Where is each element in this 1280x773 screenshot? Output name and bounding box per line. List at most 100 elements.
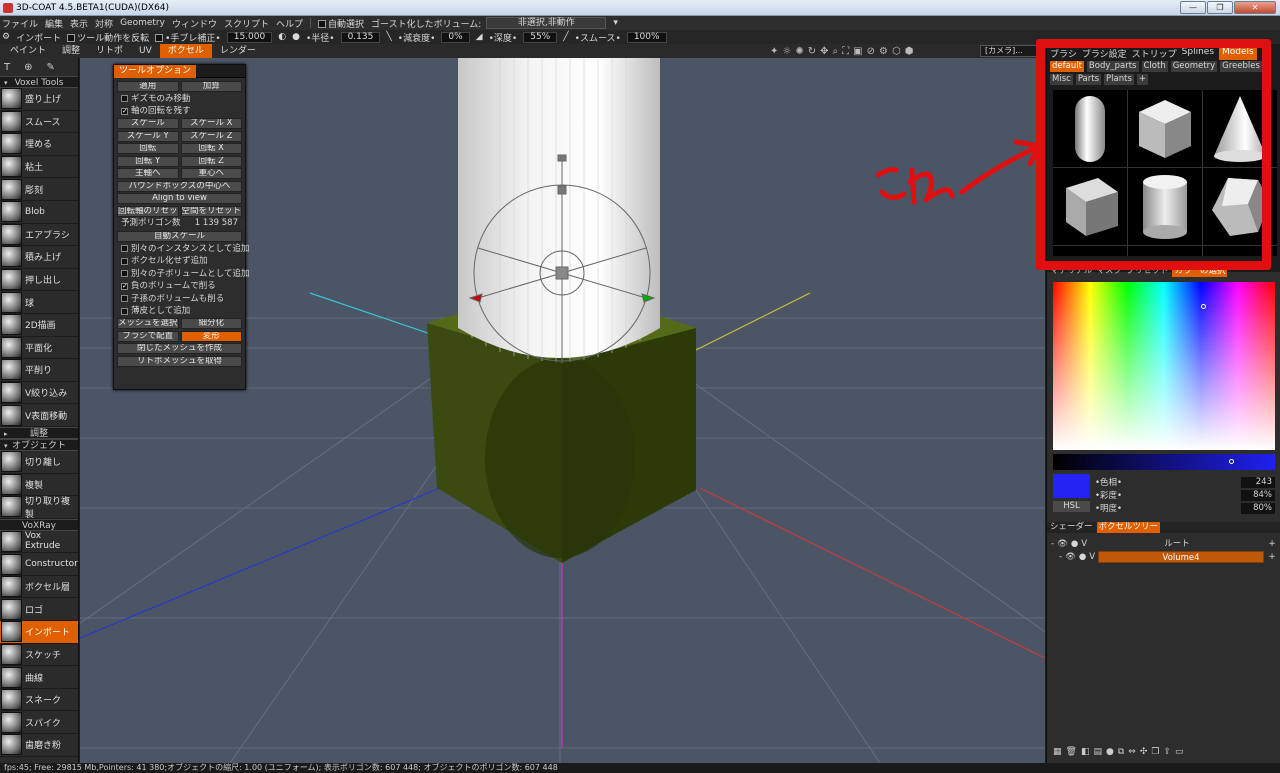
menu-view[interactable]: 表示 [70, 17, 88, 30]
settings-icon[interactable]: ⚙ [879, 46, 888, 57]
adjust-header[interactable]: ▸ 調整 [0, 426, 78, 439]
tree-row-volume4[interactable]: - 👁 ● V Volume4 + [1059, 551, 1277, 563]
frame-icon[interactable]: ▣ [853, 46, 862, 57]
tool-object-1[interactable]: 複製 [0, 473, 78, 497]
tool-voxel-11[interactable]: 平面化 [0, 336, 78, 360]
sub-children-option[interactable]: 子孫のボリュームも削る [117, 293, 242, 304]
smooth-value[interactable]: 100% [626, 31, 667, 43]
move-icon[interactable]: ✥ [820, 46, 828, 57]
no-icon[interactable]: ⊘ [867, 46, 875, 57]
model-thumb-cube[interactable] [1128, 90, 1202, 167]
category-geometry[interactable]: Geometry [1170, 61, 1218, 72]
minimize-button[interactable]: — [1180, 1, 1206, 14]
tool-voxray-2[interactable]: ボクセル層 [0, 576, 78, 599]
light-icon[interactable]: ☼ [782, 46, 791, 57]
eye-icon[interactable]: 👁 [1057, 539, 1068, 549]
tab-brush-settings[interactable]: ブラシ設定 [1082, 47, 1127, 60]
tool-object-2[interactable]: 切り取り複製 [0, 496, 78, 520]
eye-icon[interactable]: 👁 [1065, 552, 1076, 562]
move-tool-icon[interactable]: ⊕ [24, 62, 32, 73]
merge-icon[interactable]: ⧉ [1118, 747, 1124, 757]
tree-volume-name[interactable]: Volume4 [1098, 551, 1264, 563]
chevron-down-icon[interactable]: ▾ [613, 18, 618, 28]
keep-axis-option[interactable]: ✓ 軸の回転を残す [117, 106, 242, 117]
add-category-button[interactable]: + [1136, 74, 1148, 85]
deform-button[interactable]: 変形 [180, 330, 242, 342]
pen-tool-icon[interactable]: ✎ [47, 62, 55, 73]
fit-icon[interactable]: ⛶ [842, 46, 849, 57]
split-icon[interactable]: ◧ [1081, 747, 1090, 757]
category-greebles[interactable]: Greebles [1220, 61, 1262, 72]
main-axis-button[interactable]: 主軸へ [117, 168, 179, 180]
swap-icon[interactable]: ⇔ [1128, 747, 1136, 757]
menu-symmetry[interactable]: 対称 [95, 17, 113, 30]
collapse-icon[interactable]: - [1051, 539, 1054, 549]
menu-edit[interactable]: 編集 [45, 17, 63, 30]
scale-z-button[interactable]: スケール Z [180, 130, 242, 142]
tool-voxray-7[interactable]: スネーク [0, 689, 78, 712]
scale-x-button[interactable]: スケール X [180, 118, 242, 130]
bbox-center-button[interactable]: バウンドボックスの中心へ [117, 180, 242, 192]
tool-voxel-13[interactable]: V絞り込み [0, 382, 78, 405]
get-retopo-button[interactable]: リトポメッシュを取得 [117, 355, 242, 367]
apply-button[interactable]: 適用 [117, 81, 179, 92]
jitter-checkbox[interactable] [155, 33, 164, 42]
tab-splines[interactable]: Splines [1182, 47, 1214, 60]
mode-dropdown[interactable]: 加算 [180, 81, 242, 92]
model-thumb-hex-prism[interactable] [1203, 168, 1277, 245]
tree-root-name[interactable]: ルート [1090, 538, 1264, 550]
maximize-button[interactable]: ❐ [1207, 1, 1233, 14]
menu-file[interactable]: ファイル [2, 17, 38, 30]
trash-icon[interactable]: 🗑 [1066, 747, 1077, 757]
thin-add-option[interactable]: 薄皮として追加 [117, 306, 242, 317]
rotate-x-button[interactable]: 回転 X [180, 143, 242, 155]
add-volume-icon[interactable]: + [1267, 539, 1277, 549]
hue-value[interactable]: 243 [1241, 476, 1275, 488]
no-voxelize-option[interactable]: ボクセル化せず追加 [117, 256, 242, 267]
close-button[interactable]: ✕ [1234, 1, 1276, 14]
tab-voxel[interactable]: ボクセル [159, 44, 212, 58]
subdivide-button[interactable]: 細分化 [180, 318, 242, 330]
depth-value[interactable]: 55% [523, 31, 558, 43]
brightness-icon[interactable]: ✺ [795, 46, 803, 57]
auto-select-checkbox[interactable] [318, 19, 326, 28]
ghost-volume-dropdown[interactable]: 非選択,非動作 [486, 17, 607, 29]
cube-view-icon[interactable]: ⬢ [905, 46, 914, 57]
category-body-parts[interactable]: Body_parts [1086, 61, 1139, 72]
lock-icon[interactable]: ◐ [278, 32, 286, 42]
voxel-tools-header[interactable]: ▾ Voxel Tools [0, 76, 78, 88]
tab-retopo[interactable]: リトポ [88, 44, 131, 58]
pin-icon[interactable]: ✣ [1140, 747, 1148, 757]
tool-voxel-7[interactable]: 積み上げ [0, 246, 78, 269]
tool-voxel-9[interactable]: 球 [0, 291, 78, 314]
collapse-icon[interactable]: - [1059, 552, 1062, 562]
closed-mesh-button[interactable]: 閉じたメッシュを作成 [117, 343, 242, 355]
model-thumb-rounded-cube[interactable] [1053, 168, 1127, 245]
select-mesh-button[interactable]: メッシュを選択 [117, 318, 179, 330]
tool-voxel-2[interactable]: 埋める [0, 133, 78, 156]
tool-options-title-bar[interactable]: ツールオプション [114, 65, 245, 78]
category-plants[interactable]: Plants [1104, 74, 1134, 85]
add-volume-icon[interactable]: + [1267, 552, 1277, 562]
model-thumb-capsule[interactable] [1053, 90, 1127, 167]
visibility-dot-icon[interactable]: ● [1079, 552, 1086, 562]
thin-add-checkbox[interactable] [121, 307, 128, 315]
tool-voxel-8[interactable]: 押し出し [0, 269, 78, 292]
sphere-icon[interactable]: ● [1106, 747, 1114, 757]
category-cloth[interactable]: Cloth [1141, 61, 1168, 72]
import-options-icon[interactable]: ⚙ [2, 32, 10, 42]
model-thumb-partial-1[interactable] [1053, 246, 1127, 256]
tool-voxel-6[interactable]: エアブラシ [0, 223, 78, 247]
center-button[interactable]: 重心へ [180, 168, 242, 180]
tool-voxray-6[interactable]: 曲線 [0, 666, 78, 689]
rotate-y-button[interactable]: 回転 Y [117, 155, 179, 167]
model-thumb-cone[interactable] [1203, 90, 1277, 167]
vis-mode-label[interactable]: V [1089, 552, 1095, 562]
tree-row-root[interactable]: - 👁 ● V ルート + [1051, 538, 1277, 550]
tool-voxel-0[interactable]: 盛り上げ [0, 88, 78, 111]
sub-children-checkbox[interactable] [121, 295, 128, 303]
gizmo-only-option[interactable]: ギズモのみ移動 [117, 93, 242, 104]
tab-render[interactable]: レンダー [212, 44, 264, 58]
scale-y-button[interactable]: スケール Y [117, 130, 179, 142]
folder-icon[interactable]: ▭ [1175, 747, 1184, 757]
